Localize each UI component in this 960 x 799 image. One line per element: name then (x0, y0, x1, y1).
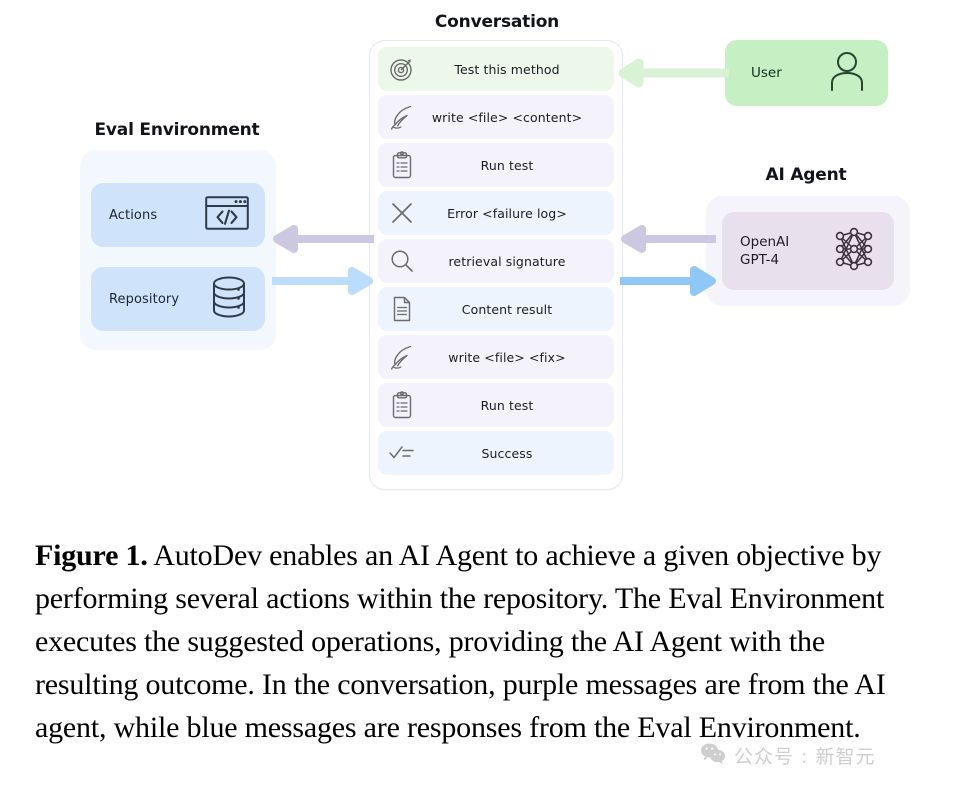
arrow-conversation-to-eval (273, 225, 374, 253)
eval-card-repository-label: Repository (109, 291, 180, 307)
conversation-message-text: retrieval signature (448, 253, 566, 269)
conversation-title: Conversation (434, 12, 560, 32)
user-label: User (751, 65, 782, 81)
clipboard-icon (384, 391, 420, 419)
conversation-message-text: write <file> <content> (431, 109, 583, 125)
eval-card-actions: Actions (91, 183, 265, 247)
caption-figure-label: Figure 1. (35, 539, 148, 572)
document-icon (384, 295, 420, 323)
quill-pen-icon (384, 343, 420, 371)
figure-caption: Figure 1. AutoDev enables an AI Agent to… (35, 534, 925, 749)
conversation-message: Run test (378, 383, 614, 427)
check-list-icon (384, 442, 420, 464)
user-box: User (725, 40, 888, 106)
ai-agent-title: AI Agent (765, 165, 847, 185)
arrow-user-to-conversation (618, 58, 729, 88)
ai-agent-model-label: OpenAI GPT-4 (740, 233, 790, 268)
target-icon (384, 56, 420, 82)
eval-card-actions-label: Actions (109, 207, 158, 223)
x-cross-icon (384, 200, 420, 226)
conversation-message: retrieval signature (378, 239, 614, 283)
conversation-message-text: Test this method (454, 61, 560, 77)
person-icon (828, 50, 866, 97)
arrow-agent-to-conversation (621, 225, 716, 253)
eval-card-repository: Repository (91, 267, 265, 331)
code-window-icon (205, 195, 249, 235)
ai-agent-box: OpenAI GPT-4 (706, 196, 910, 306)
conversation-message-text: Run test (480, 157, 534, 173)
conversation-message: Success (378, 431, 614, 475)
eval-environment-title: Eval Environment (94, 120, 260, 140)
conversation-message-text: Success (481, 445, 533, 461)
ai-agent-model-card: OpenAI GPT-4 (722, 212, 894, 290)
conversation-message: Content result (378, 287, 614, 331)
conversation-message-text: write <file> <fix> (448, 349, 566, 365)
conversation-message-text: Error <failure log> (447, 205, 567, 221)
quill-pen-icon (384, 103, 420, 131)
figure-diagram: Conversation Test this method write <file… (0, 0, 960, 520)
caption-body: AutoDev enables an AI Agent to achieve a… (35, 539, 886, 744)
arrow-eval-to-conversation (272, 267, 373, 295)
conversation-message: Run test (378, 143, 614, 187)
conversation-message-text: Run test (480, 397, 534, 413)
arrow-conversation-to-agent (620, 266, 716, 296)
conversation-message-text: Content result (461, 301, 553, 317)
clipboard-icon (384, 151, 420, 179)
conversation-message: write <file> <content> (378, 95, 614, 139)
conversation-message: Error <failure log> (378, 191, 614, 235)
neural-network-icon (828, 223, 880, 280)
eval-environment-box: Actions Repository (80, 150, 276, 350)
conversation-message: write <file> <fix> (378, 335, 614, 379)
magnifier-icon (384, 248, 420, 274)
conversation-panel: Test this method write <file> <content> Ru… (369, 40, 623, 490)
conversation-message: Test this method (378, 47, 614, 91)
database-icon (209, 275, 249, 324)
